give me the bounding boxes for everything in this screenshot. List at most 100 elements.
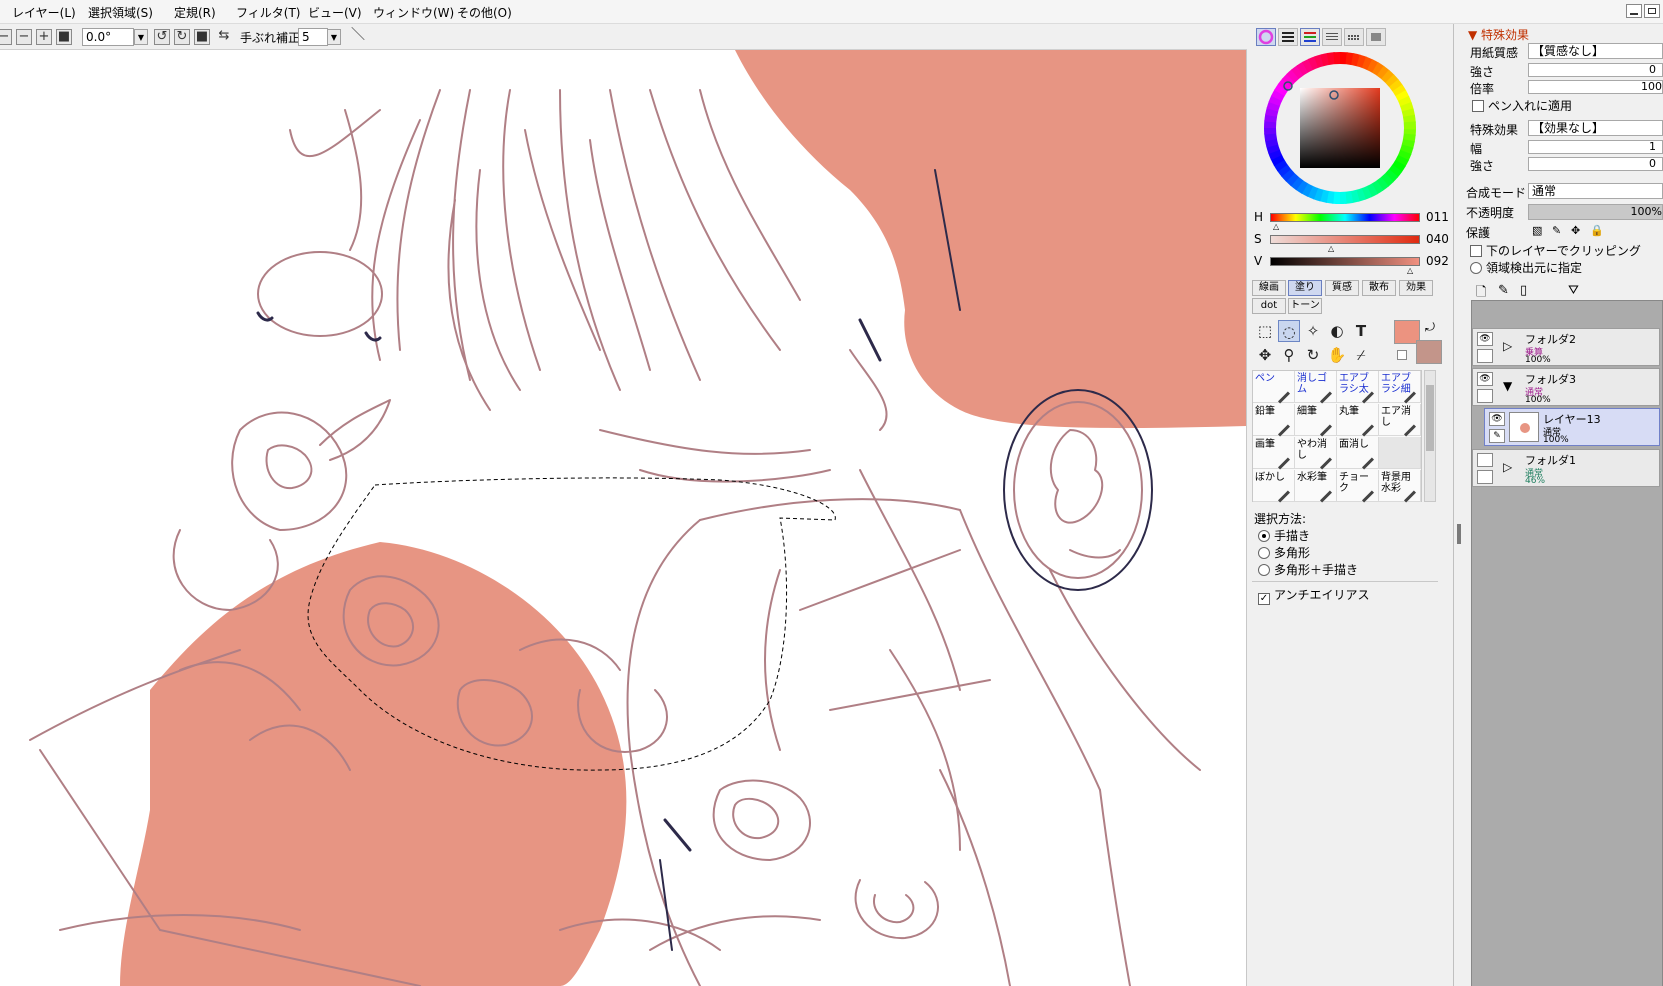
flip-horizontal-icon[interactable]: ⇆ xyxy=(216,29,232,45)
layer-folder3[interactable]: 👁 ▼ フォルダ3 通常 100% xyxy=(1472,368,1660,406)
restore-icon[interactable] xyxy=(1644,4,1660,18)
new-folder-icon[interactable]: ▯ xyxy=(1520,283,1527,298)
lock-icon[interactable]: 🔒 xyxy=(1590,224,1604,237)
plus-button[interactable]: + xyxy=(36,29,52,45)
rgb-slider-tab-icon[interactable] xyxy=(1278,28,1298,46)
protect-paint-icon[interactable]: ✎ xyxy=(1552,224,1561,237)
checkbox-icon[interactable] xyxy=(1472,100,1484,112)
reset-zoom-button[interactable]: ■ xyxy=(56,29,72,45)
color-wheel-tab-icon[interactable] xyxy=(1256,28,1276,46)
zoom-out-button[interactable]: − xyxy=(0,29,12,45)
clipping-checkbox[interactable]: 下のレイヤーでクリッピング xyxy=(1470,242,1641,259)
rotation-angle-field[interactable]: 0.0° xyxy=(82,28,134,46)
color-wheel[interactable] xyxy=(1260,48,1420,208)
transparent-color-icon[interactable] xyxy=(1397,350,1407,360)
checkbox-icon[interactable] xyxy=(1470,245,1482,257)
layer-folder1[interactable]: ▷ フォルダ1 通常 46% xyxy=(1472,449,1660,487)
palette-tab-icon[interactable] xyxy=(1322,28,1342,46)
menu-other[interactable]: その他(O) xyxy=(457,4,512,21)
panel-splitter[interactable] xyxy=(1457,524,1461,544)
menu-window[interactable]: ウィンドウ(W) xyxy=(373,4,454,21)
menu-filter[interactable]: フィルタ(T) xyxy=(236,4,300,21)
protect-transparency-icon[interactable]: ▧ xyxy=(1532,224,1542,237)
slider-marker-icon[interactable]: △ xyxy=(1328,244,1334,253)
new-vector-layer-icon[interactable]: ✎ xyxy=(1498,283,1509,298)
radio-icon[interactable] xyxy=(1470,262,1482,274)
hsv-slider-tab-icon[interactable] xyxy=(1300,28,1320,46)
rect-select-icon[interactable]: ⬚ xyxy=(1254,320,1276,342)
secondary-color-swatch[interactable] xyxy=(1416,340,1442,364)
brush-cell[interactable] xyxy=(1379,437,1421,469)
brush-cell[interactable]: ペン xyxy=(1253,371,1295,404)
radio-polygon-freehand[interactable]: 多角形＋手描き xyxy=(1258,561,1358,578)
pen-icon[interactable]: ✎ xyxy=(1489,429,1505,443)
layer-13[interactable]: 👁 ✎ レイヤー13 通常 100% xyxy=(1484,408,1660,446)
slider-marker-icon[interactable]: △ xyxy=(1273,222,1279,231)
shape-tool-icon[interactable]: ◐ xyxy=(1326,320,1348,342)
swatch-tab-icon[interactable] xyxy=(1344,28,1364,46)
effects-header[interactable]: ▼ 特殊効果 xyxy=(1468,26,1529,43)
brush-cell[interactable]: 面消し xyxy=(1337,437,1379,470)
brush-tab-effect[interactable]: 効果 xyxy=(1399,280,1433,296)
brush-cell[interactable]: 鉛筆 xyxy=(1253,404,1295,437)
swap-colors-icon[interactable]: ⤾ xyxy=(1425,320,1435,335)
rotate-right-icon[interactable]: ↻ xyxy=(174,29,190,45)
blend-mode-select[interactable]: 通常 xyxy=(1528,183,1663,199)
rotate-left-icon[interactable]: ↺ xyxy=(154,29,170,45)
rotate-reset-button[interactable]: ■ xyxy=(194,29,210,45)
radio-freehand[interactable]: 手描き xyxy=(1258,527,1310,544)
brush-cell[interactable]: 消しゴム xyxy=(1295,371,1337,404)
brush-cell[interactable]: エア消し xyxy=(1379,404,1421,437)
brush-cell[interactable]: 水彩筆 xyxy=(1295,470,1337,503)
stabilizer-field[interactable]: 5 xyxy=(298,28,328,46)
drawing-canvas[interactable] xyxy=(0,50,1247,986)
radio-icon[interactable] xyxy=(1258,530,1270,542)
region-source-checkbox[interactable]: 領域検出元に指定 xyxy=(1470,259,1582,276)
strength2-field[interactable]: 0 xyxy=(1528,157,1663,171)
hue-slider[interactable] xyxy=(1270,213,1420,222)
rotate-tool-icon[interactable]: ↻ xyxy=(1302,344,1324,366)
layer-lock-box[interactable] xyxy=(1477,389,1493,403)
brush-tab-fill[interactable]: 塗り xyxy=(1288,280,1322,296)
chevron-down-icon[interactable]: ▼ xyxy=(327,29,341,45)
minimize-icon[interactable] xyxy=(1626,4,1642,18)
brush-cell[interactable]: 背景用水彩 xyxy=(1379,470,1421,503)
brush-tab-tone[interactable]: トーン xyxy=(1288,298,1322,314)
scale-field[interactable]: 100 xyxy=(1528,80,1663,94)
paper-texture-select[interactable]: 【質感なし】 xyxy=(1528,43,1663,59)
apply-to-pen-checkbox[interactable]: ペン入れに適用 xyxy=(1472,97,1572,114)
width-field[interactable]: 1 xyxy=(1528,140,1663,154)
antialias-checkbox[interactable]: ✓ アンチエイリアス xyxy=(1258,586,1370,605)
minus-button[interactable]: − xyxy=(16,29,32,45)
text-tool-icon[interactable]: T xyxy=(1350,320,1372,342)
magic-wand-icon[interactable]: ✧ xyxy=(1302,320,1324,342)
opacity-slider[interactable]: 100% xyxy=(1528,204,1663,220)
scratchpad-tab-icon[interactable] xyxy=(1366,28,1386,46)
brush-cell[interactable]: チョーク xyxy=(1337,470,1379,503)
strength-field[interactable]: 0 xyxy=(1528,63,1663,77)
layer-lock-box[interactable] xyxy=(1477,349,1493,363)
brush-cell[interactable]: 細筆 xyxy=(1295,404,1337,437)
brush-cell[interactable]: ぼかし xyxy=(1253,470,1295,503)
expand-arrow-icon[interactable]: ▷ xyxy=(1503,460,1512,474)
radio-icon[interactable] xyxy=(1258,547,1270,559)
expand-arrow-icon[interactable]: ▷ xyxy=(1503,339,1512,353)
brush-cell[interactable]: 丸筆 xyxy=(1337,404,1379,437)
checkbox-icon[interactable]: ✓ xyxy=(1258,593,1270,605)
protect-move-icon[interactable]: ✥ xyxy=(1571,224,1580,237)
collapse-arrow-icon[interactable]: ▼ xyxy=(1503,379,1512,393)
hand-tool-icon[interactable]: ✋ xyxy=(1326,344,1348,366)
brush-tab-scatter[interactable]: 散布 xyxy=(1362,280,1396,296)
brush-cell[interactable]: エアブラシ太 xyxy=(1337,371,1379,404)
menu-view[interactable]: ビュー(V) xyxy=(308,4,362,21)
chevron-down-icon[interactable]: ▼ xyxy=(134,29,148,45)
value-slider[interactable] xyxy=(1270,257,1420,266)
zoom-tool-icon[interactable]: ⚲ xyxy=(1278,344,1300,366)
line-tool-icon[interactable]: ＼ xyxy=(350,28,366,45)
eye-icon[interactable]: 👁 xyxy=(1489,412,1505,426)
eye-icon[interactable]: 👁 xyxy=(1477,332,1493,346)
effect-select[interactable]: 【効果なし】 xyxy=(1528,120,1663,136)
menu-selection[interactable]: 選択領域(S) xyxy=(88,4,153,21)
hue-segment[interactable] xyxy=(1402,121,1416,130)
slider-marker-icon[interactable]: △ xyxy=(1407,266,1413,275)
